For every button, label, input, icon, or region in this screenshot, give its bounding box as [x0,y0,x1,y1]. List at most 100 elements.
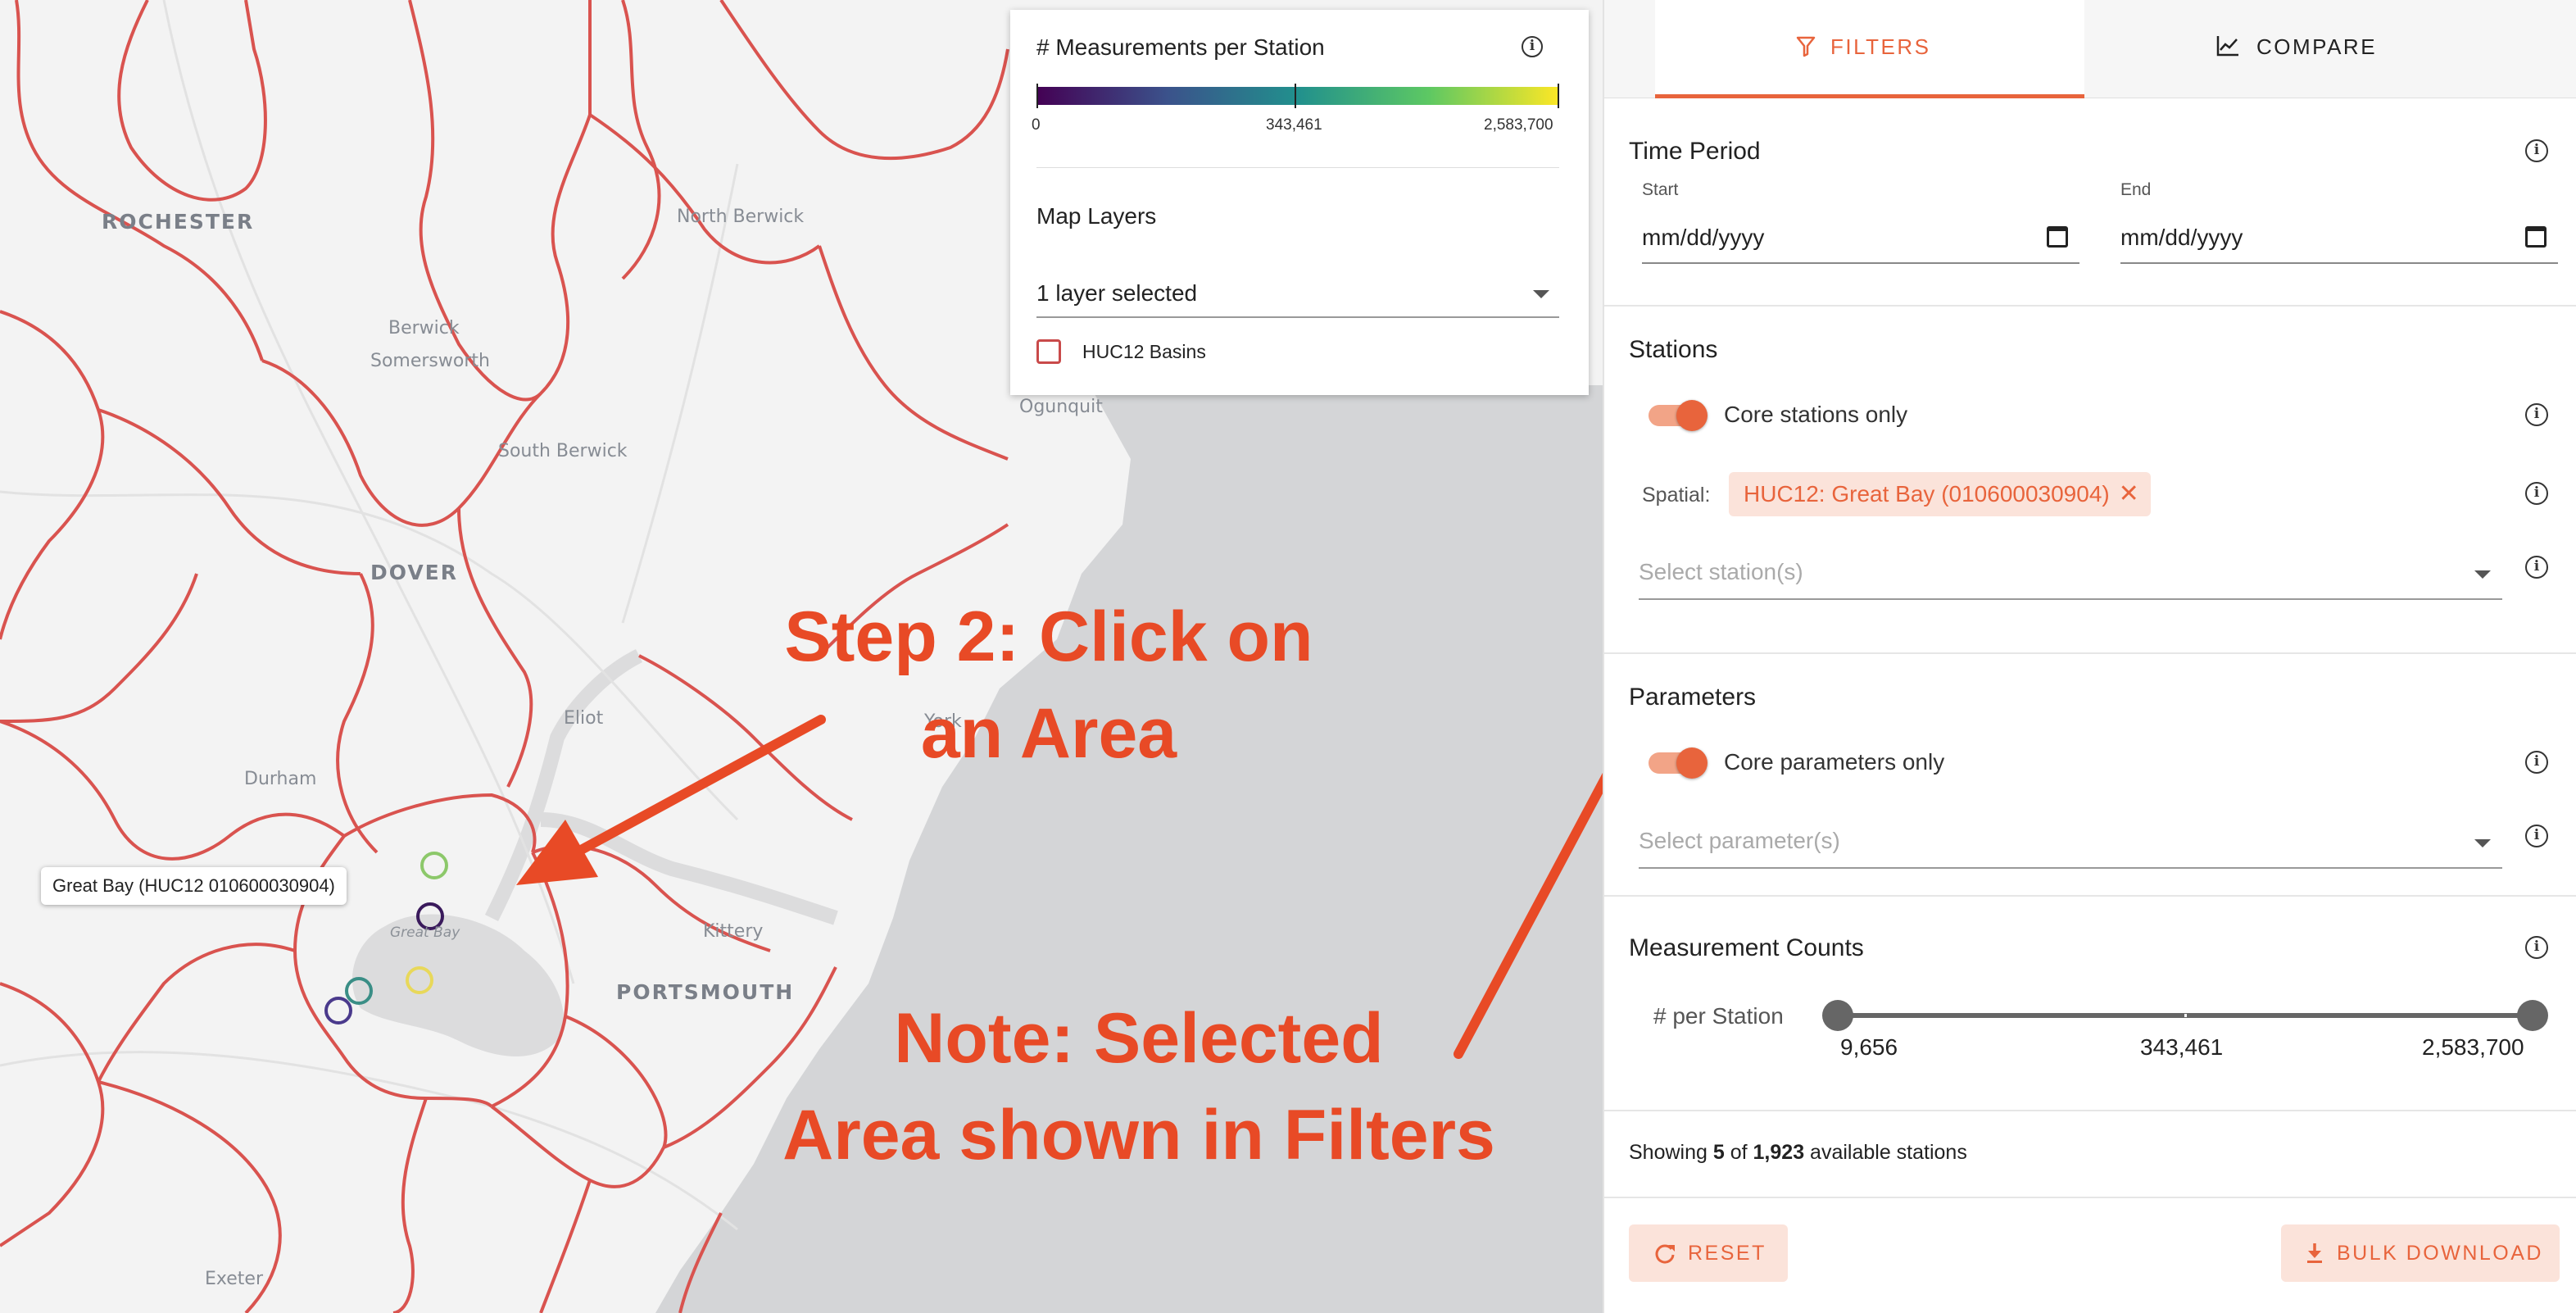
calendar-icon[interactable] [2525,226,2547,248]
layer-option-label: HUC12 Basins [1082,341,1206,362]
place-north-berwick: North Berwick [677,207,805,227]
colorbar-tick [1036,84,1038,108]
spatial-chip-label: HUC12: Great Bay (010600030904) [1744,481,2110,507]
info-icon[interactable]: i [2525,482,2548,505]
stations-title: Stations [1629,336,1718,363]
note-line-2: Area shown in Filters [782,1096,1495,1174]
section-divider [1604,652,2576,654]
refresh-icon [1655,1244,1675,1264]
slider-max-value: 2,583,700 [2422,1034,2524,1060]
end-label: End [2120,180,2152,199]
step2-annotation: Step 2: Click on an Area [737,588,1360,782]
info-icon[interactable]: i [1522,36,1543,57]
start-date-input[interactable]: mm/dd/yyyy [1642,213,2079,264]
map-tooltip: Great Bay (HUC12 010600030904) [41,867,347,905]
core-stations-toggle[interactable] [1644,400,1708,431]
info-icon[interactable]: i [2525,403,2548,426]
parameter-select-placeholder: Select parameter(s) [1639,828,1840,853]
slider-mid-mark [2184,1014,2187,1017]
section-divider [1604,1110,2576,1111]
spatial-filter-chip: HUC12: Great Bay (010600030904) ✕ [1729,472,2151,516]
divider [1036,167,1559,168]
filter-icon [1796,36,1816,57]
parameter-select[interactable]: Select parameter(s) [1639,816,2502,869]
core-parameters-label: Core parameters only [1724,749,1945,775]
place-great-bay: Great Bay [390,925,460,941]
time-period-title: Time Period [1629,138,1761,165]
calendar-icon[interactable] [2047,226,2068,248]
showing-of: of [1730,1141,1748,1164]
end-date-input[interactable]: mm/dd/yyyy [2120,213,2558,264]
map-layers-select[interactable]: 1 layer selected [1036,262,1559,318]
place-somersworth: Somersworth [370,351,490,371]
per-station-label: # per Station [1653,1003,1784,1029]
map-layers-title: Map Layers [1036,203,1157,229]
note-annotation: Note: Selected Area shown in Filters [713,990,1565,1184]
note-line-1: Note: Selected [894,999,1384,1078]
caret-down-icon [1533,290,1549,298]
caret-down-icon [2474,839,2491,847]
info-icon[interactable]: i [2525,936,2548,959]
colorbar-tick [1558,84,1559,108]
place-dover: DOVER [370,561,459,584]
slider-max-thumb[interactable] [2517,1000,2548,1031]
showing-count: Showing 5 of 1,923 available stations [1629,1141,1967,1165]
parameters-title: Parameters [1629,684,1757,711]
showing-suffix: available stations [1810,1141,1967,1164]
info-icon[interactable]: i [2525,825,2548,847]
colorbar-mid-label: 343,461 [1266,116,1322,134]
caret-down-icon [2474,570,2491,579]
legend-colorbar [1036,87,1559,105]
info-icon[interactable]: i [2525,139,2548,162]
place-ogunquit: Ogunquit [1019,397,1103,417]
showing-count-value: 5 [1712,1141,1725,1164]
section-divider [1604,1197,2576,1198]
download-icon [2307,1243,2322,1263]
step2-line-2: an Area [920,694,1177,773]
showing-prefix: Showing [1629,1141,1708,1164]
slider-min-thumb[interactable] [1822,1000,1853,1031]
chart-line-icon [2216,36,2238,57]
map-layers-select-value: 1 layer selected [1036,280,1198,306]
start-label: Start [1642,180,1679,199]
close-icon[interactable]: ✕ [2119,472,2139,516]
bulk-download-button[interactable]: BULK DOWNLOAD [2281,1224,2560,1282]
core-stations-label: Core stations only [1724,402,1908,427]
map-view[interactable]: ROCHESTER North Berwick Berwick Somerswo… [0,0,1603,1313]
station-select[interactable]: Select station(s) [1639,547,2502,600]
place-exeter: Exeter [205,1269,263,1289]
place-rochester: ROCHESTER [102,210,255,234]
showing-total-value: 1,923 [1753,1141,1805,1164]
tab-filters[interactable]: FILTERS [1655,0,2084,98]
step2-line-1: Step 2: Click on [784,597,1313,676]
measurement-counts-title: Measurement Counts [1629,934,1864,961]
section-divider [1604,305,2576,307]
tab-compare[interactable]: COMPARE [2084,0,2576,98]
map-legend-panel: # Measurements per Station i 0 343,461 2… [1010,10,1589,395]
end-date-placeholder: mm/dd/yyyy [2120,225,2243,250]
info-icon[interactable]: i [2525,556,2548,579]
slider-min-value: 9,656 [1840,1034,1898,1060]
bulk-download-label: BULK DOWNLOAD [2337,1242,2543,1265]
tab-filters-label: FILTERS [1830,34,1931,59]
legend-title: # Measurements per Station [1036,34,1325,60]
section-divider [1604,895,2576,897]
place-south-berwick: South Berwick [498,441,628,461]
slider-mid-value: 343,461 [2140,1034,2224,1060]
reset-button[interactable]: RESET [1629,1224,1788,1282]
info-icon[interactable]: i [2525,751,2548,774]
colorbar-min-label: 0 [1032,116,1041,134]
checkbox[interactable] [1036,339,1061,364]
start-date-placeholder: mm/dd/yyyy [1642,225,1765,250]
reset-label: RESET [1688,1242,1766,1265]
place-eliot: Eliot [564,708,604,729]
tab-compare-label: COMPARE [2256,34,2378,59]
colorbar-max-label: 2,583,700 [1484,116,1553,134]
place-kittery: Kittery [703,921,764,942]
place-durham: Durham [244,769,317,789]
core-parameters-toggle[interactable] [1644,747,1708,779]
place-berwick: Berwick [388,318,460,338]
sidebar-tabs: FILTERS COMPARE [1604,0,2576,98]
filters-sidebar: FILTERS COMPARE [1603,0,2576,1313]
colorbar-tick [1295,84,1296,108]
